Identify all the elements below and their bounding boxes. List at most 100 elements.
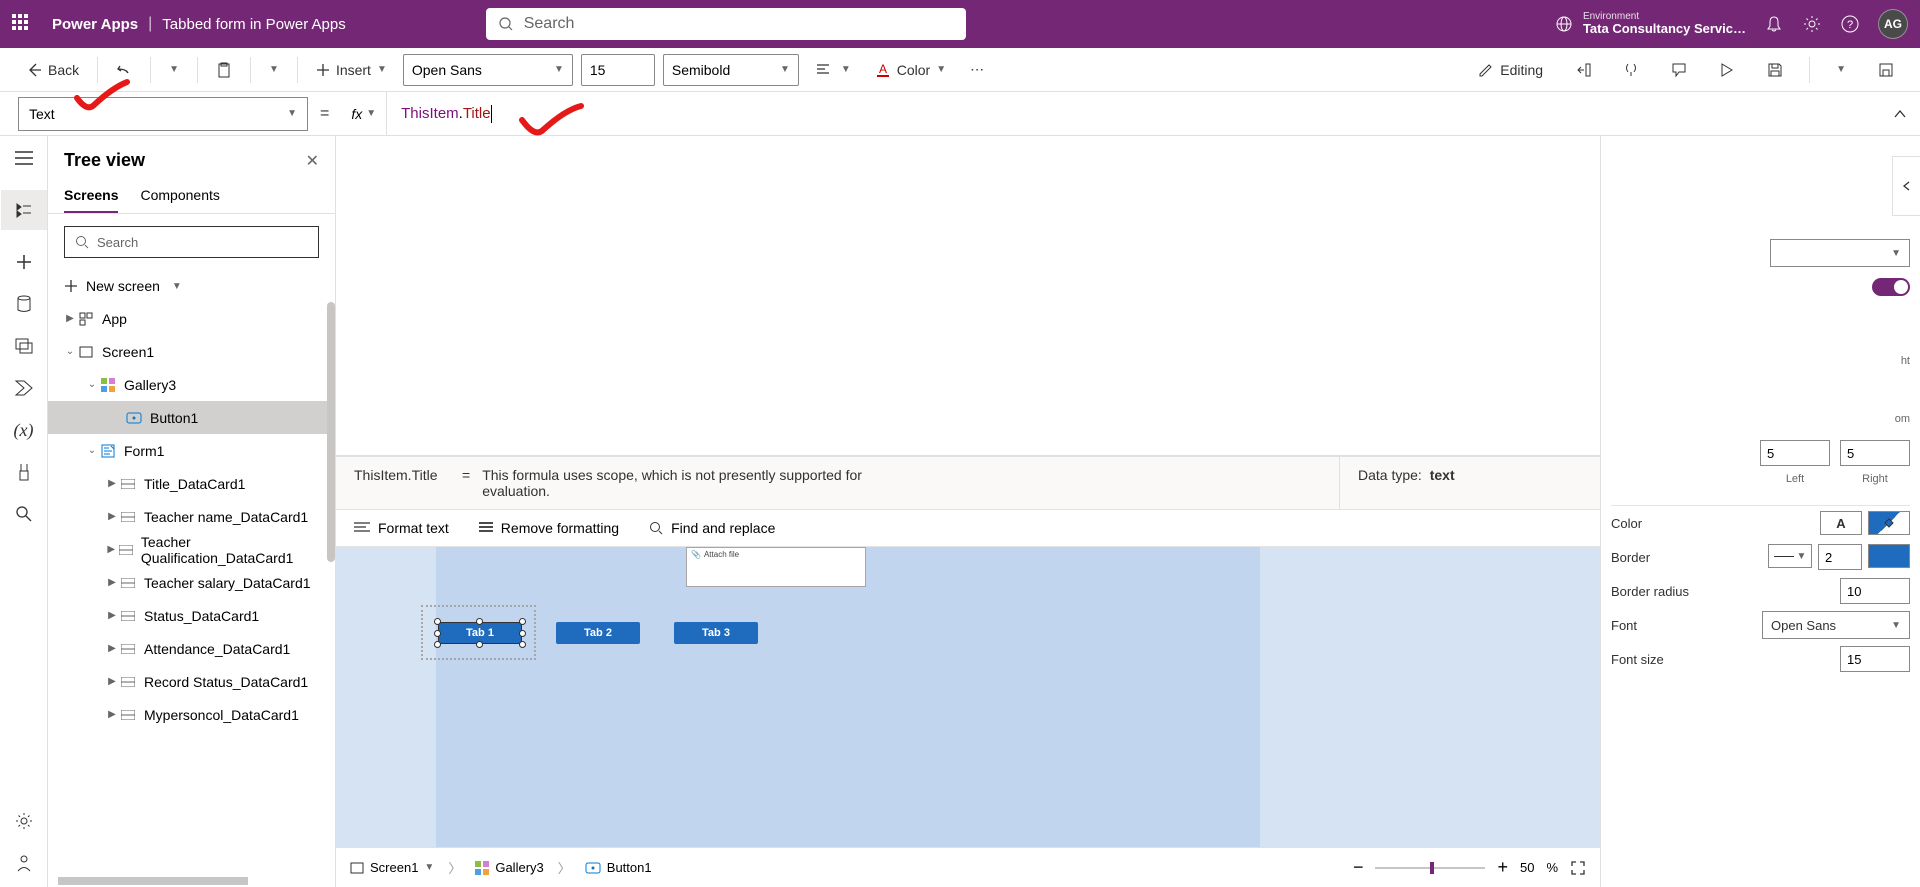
editing-mode-button[interactable]: Editing (1470, 56, 1551, 84)
color-label: Color (897, 62, 930, 78)
font-family-dropdown[interactable]: Open Sans▼ (403, 54, 573, 86)
padding-left-input[interactable] (1760, 440, 1830, 466)
tree-item-screen1[interactable]: ⌄ Screen1 (48, 335, 335, 368)
publish-button[interactable] (1870, 56, 1902, 84)
settings-icon[interactable] (1802, 14, 1822, 34)
zoom-slider[interactable] (1375, 867, 1485, 869)
data-type-label: Data type: (1358, 467, 1422, 483)
formula-expanded-area[interactable] (336, 136, 1600, 456)
settings-rail-icon[interactable] (14, 811, 34, 831)
fill-color-swatch[interactable] (1868, 511, 1910, 535)
collapse-formula-button[interactable] (1880, 107, 1920, 121)
tree-label: Teacher name_DataCard1 (144, 509, 308, 525)
share-button[interactable] (1567, 56, 1599, 84)
tab-button-3[interactable]: Tab 3 (674, 622, 758, 644)
help-icon[interactable]: ? (1840, 14, 1860, 34)
border-color-swatch[interactable] (1868, 544, 1910, 568)
undo-dropdown[interactable]: ▼ (161, 58, 187, 81)
advanced-tools-icon[interactable] (14, 462, 34, 482)
media-icon[interactable] (14, 336, 34, 356)
preview-button[interactable] (1711, 56, 1743, 84)
find-replace-button[interactable]: Find and replace (649, 520, 775, 536)
bc-button-label: Button1 (607, 860, 652, 875)
font-size-input[interactable] (581, 54, 655, 86)
breadcrumb-gallery[interactable]: Gallery3 (475, 860, 543, 875)
variables-icon[interactable]: (x) (14, 420, 34, 440)
border-width-input[interactable] (1818, 544, 1862, 570)
format-text-button[interactable]: Format text (354, 520, 449, 536)
data-icon[interactable] (14, 294, 34, 314)
comments-button[interactable] (1663, 56, 1695, 84)
tree-item-card7[interactable]: ▶Record Status_DataCard1 (48, 665, 335, 698)
user-avatar[interactable]: AG (1878, 9, 1908, 39)
more-button[interactable]: ⋯ (962, 55, 992, 84)
tree-item-button1[interactable]: Button1 (48, 401, 335, 434)
app-checker-button[interactable] (1615, 56, 1647, 84)
tree-item-card3[interactable]: ▶Teacher Qualification_DataCard1 (48, 533, 335, 566)
align-button[interactable]: ▼ (807, 56, 859, 84)
property-dropdown[interactable]: Text ▼ (18, 97, 308, 131)
notifications-icon[interactable] (1764, 14, 1784, 34)
tree-view-icon[interactable] (1, 190, 47, 230)
tree-item-gallery3[interactable]: ⌄ Gallery3 (48, 368, 335, 401)
zoom-in-button[interactable]: + (1497, 857, 1508, 878)
tree-item-card2[interactable]: ▶Teacher name_DataCard1 (48, 500, 335, 533)
text-color-swatch[interactable]: A (1820, 511, 1862, 535)
new-screen-button[interactable]: New screen ▼ (48, 270, 335, 302)
close-tree-icon[interactable]: ✕ (306, 151, 319, 171)
fx-button[interactable]: fx ▼ (341, 92, 387, 135)
back-button[interactable]: Back (18, 56, 87, 84)
undo-button[interactable] (108, 56, 140, 84)
tab-components[interactable]: Components (140, 179, 219, 213)
font-dropdown[interactable]: Open Sans▼ (1762, 611, 1910, 639)
tree-view-title: Tree view (64, 150, 145, 171)
expand-right-panel-button[interactable] (1892, 156, 1920, 216)
insert-button[interactable]: Insert ▼ (308, 56, 395, 84)
tree-label: Mypersoncol_DataCard1 (144, 707, 299, 723)
font-size-prop-input[interactable] (1840, 646, 1910, 672)
remove-formatting-button[interactable]: Remove formatting (479, 520, 619, 536)
tab-button-2[interactable]: Tab 2 (556, 622, 640, 644)
paste-dropdown[interactable]: ▼ (261, 58, 287, 81)
save-button[interactable] (1759, 56, 1791, 84)
tree-item-card1[interactable]: ▶Title_DataCard1 (48, 467, 335, 500)
save-dropdown[interactable]: ▼ (1828, 58, 1854, 81)
power-automate-icon[interactable] (14, 378, 34, 398)
tab-screens[interactable]: Screens (64, 179, 118, 213)
hamburger-icon[interactable] (14, 148, 34, 168)
tree-item-card8[interactable]: ▶Mypersoncol_DataCard1 (48, 698, 335, 731)
search-rail-icon[interactable] (14, 504, 34, 524)
color-button[interactable]: A Color ▼ (867, 56, 954, 84)
avatar-initials: AG (1884, 17, 1902, 31)
datacard-icon (120, 509, 136, 525)
tree-scrollbar[interactable] (327, 302, 335, 562)
zoom-out-button[interactable]: − (1353, 857, 1364, 878)
tree-item-form1[interactable]: ⌄ Form1 (48, 434, 335, 467)
formula-input[interactable]: ThisItem.Title (387, 92, 1880, 135)
tree-item-card5[interactable]: ▶Status_DataCard1 (48, 599, 335, 632)
virtual-agent-icon[interactable] (14, 853, 34, 873)
fit-screen-button[interactable] (1570, 860, 1586, 876)
left-label: Left (1760, 473, 1830, 485)
tree-search-input[interactable]: Search (64, 226, 319, 258)
padding-right-input[interactable] (1840, 440, 1910, 466)
attach-file-field[interactable]: 📎 Attach file (686, 547, 866, 587)
app-launcher-icon[interactable] (12, 14, 32, 34)
global-search-input[interactable]: Search (486, 8, 966, 40)
breadcrumb-button[interactable]: Button1 (585, 860, 652, 875)
prop-toggle[interactable] (1872, 278, 1910, 296)
back-label: Back (48, 62, 79, 78)
environment-picker[interactable]: Environment Tata Consultancy Servic… (1555, 11, 1746, 36)
tree-hscroll[interactable] (58, 877, 248, 885)
border-style-dropdown[interactable]: ▼ (1768, 544, 1812, 568)
tree-item-card6[interactable]: ▶Attendance_DataCard1 (48, 632, 335, 665)
insert-rail-icon[interactable] (14, 252, 34, 272)
tree-item-app[interactable]: ▶ App (48, 302, 335, 335)
paste-button[interactable] (208, 56, 240, 84)
font-weight-dropdown[interactable]: Semibold▼ (663, 54, 799, 86)
breadcrumb-screen[interactable]: Screen1▼ (350, 860, 434, 875)
canvas[interactable]: 📎 Attach file Tab 1 Tab 2 Tab 3 (336, 547, 1600, 847)
border-radius-input[interactable] (1840, 578, 1910, 604)
prop-dropdown-1[interactable]: ▼ (1770, 239, 1910, 267)
tree-item-card4[interactable]: ▶Teacher salary_DataCard1 (48, 566, 335, 599)
